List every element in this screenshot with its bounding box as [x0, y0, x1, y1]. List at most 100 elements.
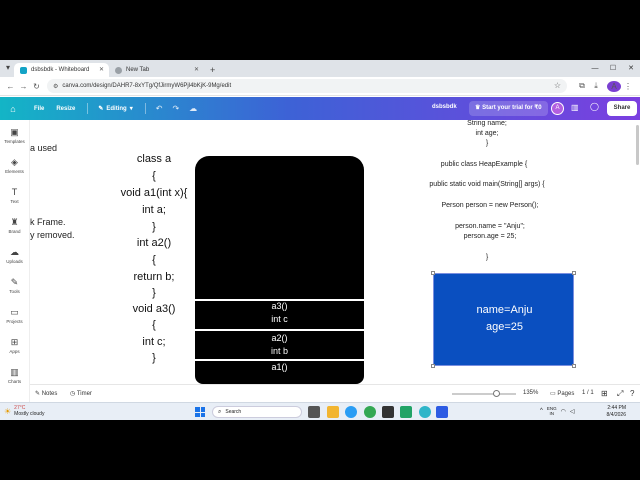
redo-icon[interactable]: ↷: [172, 104, 179, 113]
site-info-icon[interactable]: ⚙: [53, 83, 58, 90]
meet-app-icon[interactable]: [436, 406, 448, 418]
sidebar-item-elements[interactable]: ◈ Elements: [0, 150, 29, 180]
page-count: 1 / 1: [582, 390, 594, 396]
left-note-text: a used: [30, 143, 58, 153]
browser-menu-icon[interactable]: ⋮: [621, 82, 635, 91]
zoom-slider-handle[interactable]: [493, 390, 501, 397]
left-note-text: y removed.: [30, 230, 75, 240]
system-clock[interactable]: 2:44 PM 8/4/2026: [592, 405, 626, 419]
selection-handle[interactable]: [431, 364, 435, 368]
store-app-icon[interactable]: [382, 406, 394, 418]
sidebar-item-brand[interactable]: ♜ Brand: [0, 210, 29, 240]
browser-tab-new-tab[interactable]: New Tab ✕: [109, 63, 204, 77]
edge-browser-icon[interactable]: [345, 406, 357, 418]
text-icon: T: [11, 186, 18, 197]
language-indicator[interactable]: ENG IN: [547, 406, 557, 416]
apps-icon: ⊞: [10, 336, 19, 347]
selection-handle[interactable]: [572, 364, 576, 368]
projects-icon: ▭: [10, 306, 19, 317]
taskbar-search-input[interactable]: ⌕ Search: [212, 406, 302, 418]
start-trial-button[interactable]: ♛ Start your trial for ₹0: [469, 101, 548, 116]
code-line: }: [152, 221, 156, 233]
sidebar-item-uploads[interactable]: ☁ Uploads: [0, 240, 29, 270]
close-tab-icon[interactable]: ✕: [194, 66, 199, 73]
url-text: canva.com/design/DAHR7-8xYTg/QfJirmyW6Pj…: [62, 83, 232, 89]
forward-arrow-icon[interactable]: →: [17, 82, 30, 91]
close-window-icon[interactable]: ✕: [622, 60, 640, 77]
sidebar-item-apps[interactable]: ⊞ Apps: [0, 330, 29, 360]
notes-icon: ✎: [35, 391, 41, 397]
resize-menu[interactable]: Resize: [56, 106, 75, 112]
url-input[interactable]: ⚙ canva.com/design/DAHR7-8xYTg/QfJirmyW6…: [47, 79, 567, 93]
whiteboard-canvas[interactable]: a used k Frame. y removed. class a { voi…: [30, 120, 640, 384]
brand-icon: ♜: [10, 216, 19, 227]
heap-object-box[interactable]: name=Anju age=25: [431, 271, 576, 368]
fullscreen-icon[interactable]: ⤢: [617, 389, 623, 399]
design-title[interactable]: dsbsbdk: [432, 104, 457, 110]
wifi-icon[interactable]: ◠: [561, 408, 566, 415]
extensions-icon[interactable]: ⧉: [575, 81, 589, 91]
call-stack-box[interactable]: a3() int c a2() int b a1(): [195, 156, 364, 384]
sidebar-item-text[interactable]: T Text: [0, 180, 29, 210]
canvas-scrollbar[interactable]: [636, 125, 639, 165]
profile-avatar[interactable]: A: [607, 80, 621, 92]
minimize-icon[interactable]: —: [586, 60, 604, 77]
heap-code-line: person.name = "Anju";: [455, 223, 525, 230]
code-line: void a3(): [132, 303, 176, 315]
maximize-icon[interactable]: ☐: [604, 60, 622, 77]
canva-toolbar: ⌂ File Resize ✎ Editing ▾ ↶ ↷ ☁ dsbsbdk …: [0, 97, 640, 120]
bookmark-star-icon[interactable]: ☆: [554, 81, 561, 90]
code-line: class a: [136, 153, 172, 165]
canva-app-icon[interactable]: [419, 406, 431, 418]
address-bar: ← → ↻ ⚙ canva.com/design/DAHR7-8xYTg/QfJ…: [0, 77, 640, 96]
notes-button[interactable]: ✎ Notes: [35, 390, 57, 397]
heap-code-line: public static void main(String[] args) {: [429, 181, 545, 188]
sidebar-item-tools[interactable]: ✎ Tools: [0, 270, 29, 300]
toolbar-divider: [144, 103, 146, 114]
timer-button[interactable]: ◷ Timer: [70, 390, 92, 397]
insights-chart-icon[interactable]: ▥: [571, 103, 579, 112]
comment-icon[interactable]: ◯: [590, 102, 599, 111]
chevron-down-icon: ▾: [129, 106, 133, 112]
stack-frame-a3-var: int c: [271, 314, 288, 324]
share-button[interactable]: Share: [607, 101, 637, 116]
file-menu[interactable]: File: [34, 106, 44, 112]
grid-view-icon[interactable]: ⊞: [601, 389, 608, 398]
sidebar-label: Charts: [7, 378, 22, 384]
sidebar-item-projects[interactable]: ▭ Projects: [0, 300, 29, 330]
home-icon[interactable]: ⌂: [4, 104, 22, 114]
back-arrow-icon[interactable]: ←: [4, 82, 17, 91]
stack-frame-a1-name: a1(): [271, 362, 288, 372]
editing-label: Editing: [106, 105, 127, 112]
browser-tab-strip: ▾ dsbsbdk - Whiteboard ✕ New Tab ✕ + — ☐…: [0, 60, 640, 77]
selection-handle[interactable]: [572, 271, 576, 275]
tab-list-icon[interactable]: ▾: [3, 63, 13, 72]
undo-icon[interactable]: ↶: [156, 104, 163, 113]
file-explorer-icon[interactable]: [327, 406, 339, 418]
code-line: {: [152, 254, 156, 266]
zoom-slider[interactable]: [452, 393, 516, 395]
reload-icon[interactable]: ↻: [30, 82, 43, 91]
chrome-browser-icon[interactable]: [364, 406, 376, 418]
sidebar-item-charts[interactable]: ▥ Charts: [0, 360, 29, 390]
sidebar-label: Projects: [6, 318, 23, 324]
task-view-icon[interactable]: [308, 406, 320, 418]
selection-handle[interactable]: [431, 271, 435, 275]
new-tab-plus-icon[interactable]: +: [204, 63, 221, 77]
weather-widget[interactable]: ☀ 27°C Mostly cloudy: [4, 405, 44, 417]
tray-chevron-icon[interactable]: ^: [540, 408, 543, 414]
close-tab-icon[interactable]: ✕: [99, 66, 104, 73]
user-avatar[interactable]: A: [551, 102, 564, 115]
editing-mode-button[interactable]: ✎ Editing ▾: [98, 105, 133, 113]
volume-icon[interactable]: ◁: [570, 408, 575, 415]
browser-tab-whiteboard[interactable]: dsbsbdk - Whiteboard ✕: [14, 63, 109, 77]
help-icon[interactable]: ?: [630, 389, 634, 398]
zoom-level[interactable]: 135%: [523, 390, 538, 396]
cloud-save-icon[interactable]: ☁: [189, 104, 197, 113]
excel-app-icon[interactable]: [400, 406, 412, 418]
cloudy-sun-icon: ☀: [4, 406, 12, 416]
windows-start-icon[interactable]: [195, 407, 205, 417]
pages-button[interactable]: ▭ Pages: [550, 390, 574, 397]
sidebar-item-templates[interactable]: ▣ Templates: [0, 120, 29, 150]
download-icon[interactable]: ⤓: [589, 81, 603, 91]
